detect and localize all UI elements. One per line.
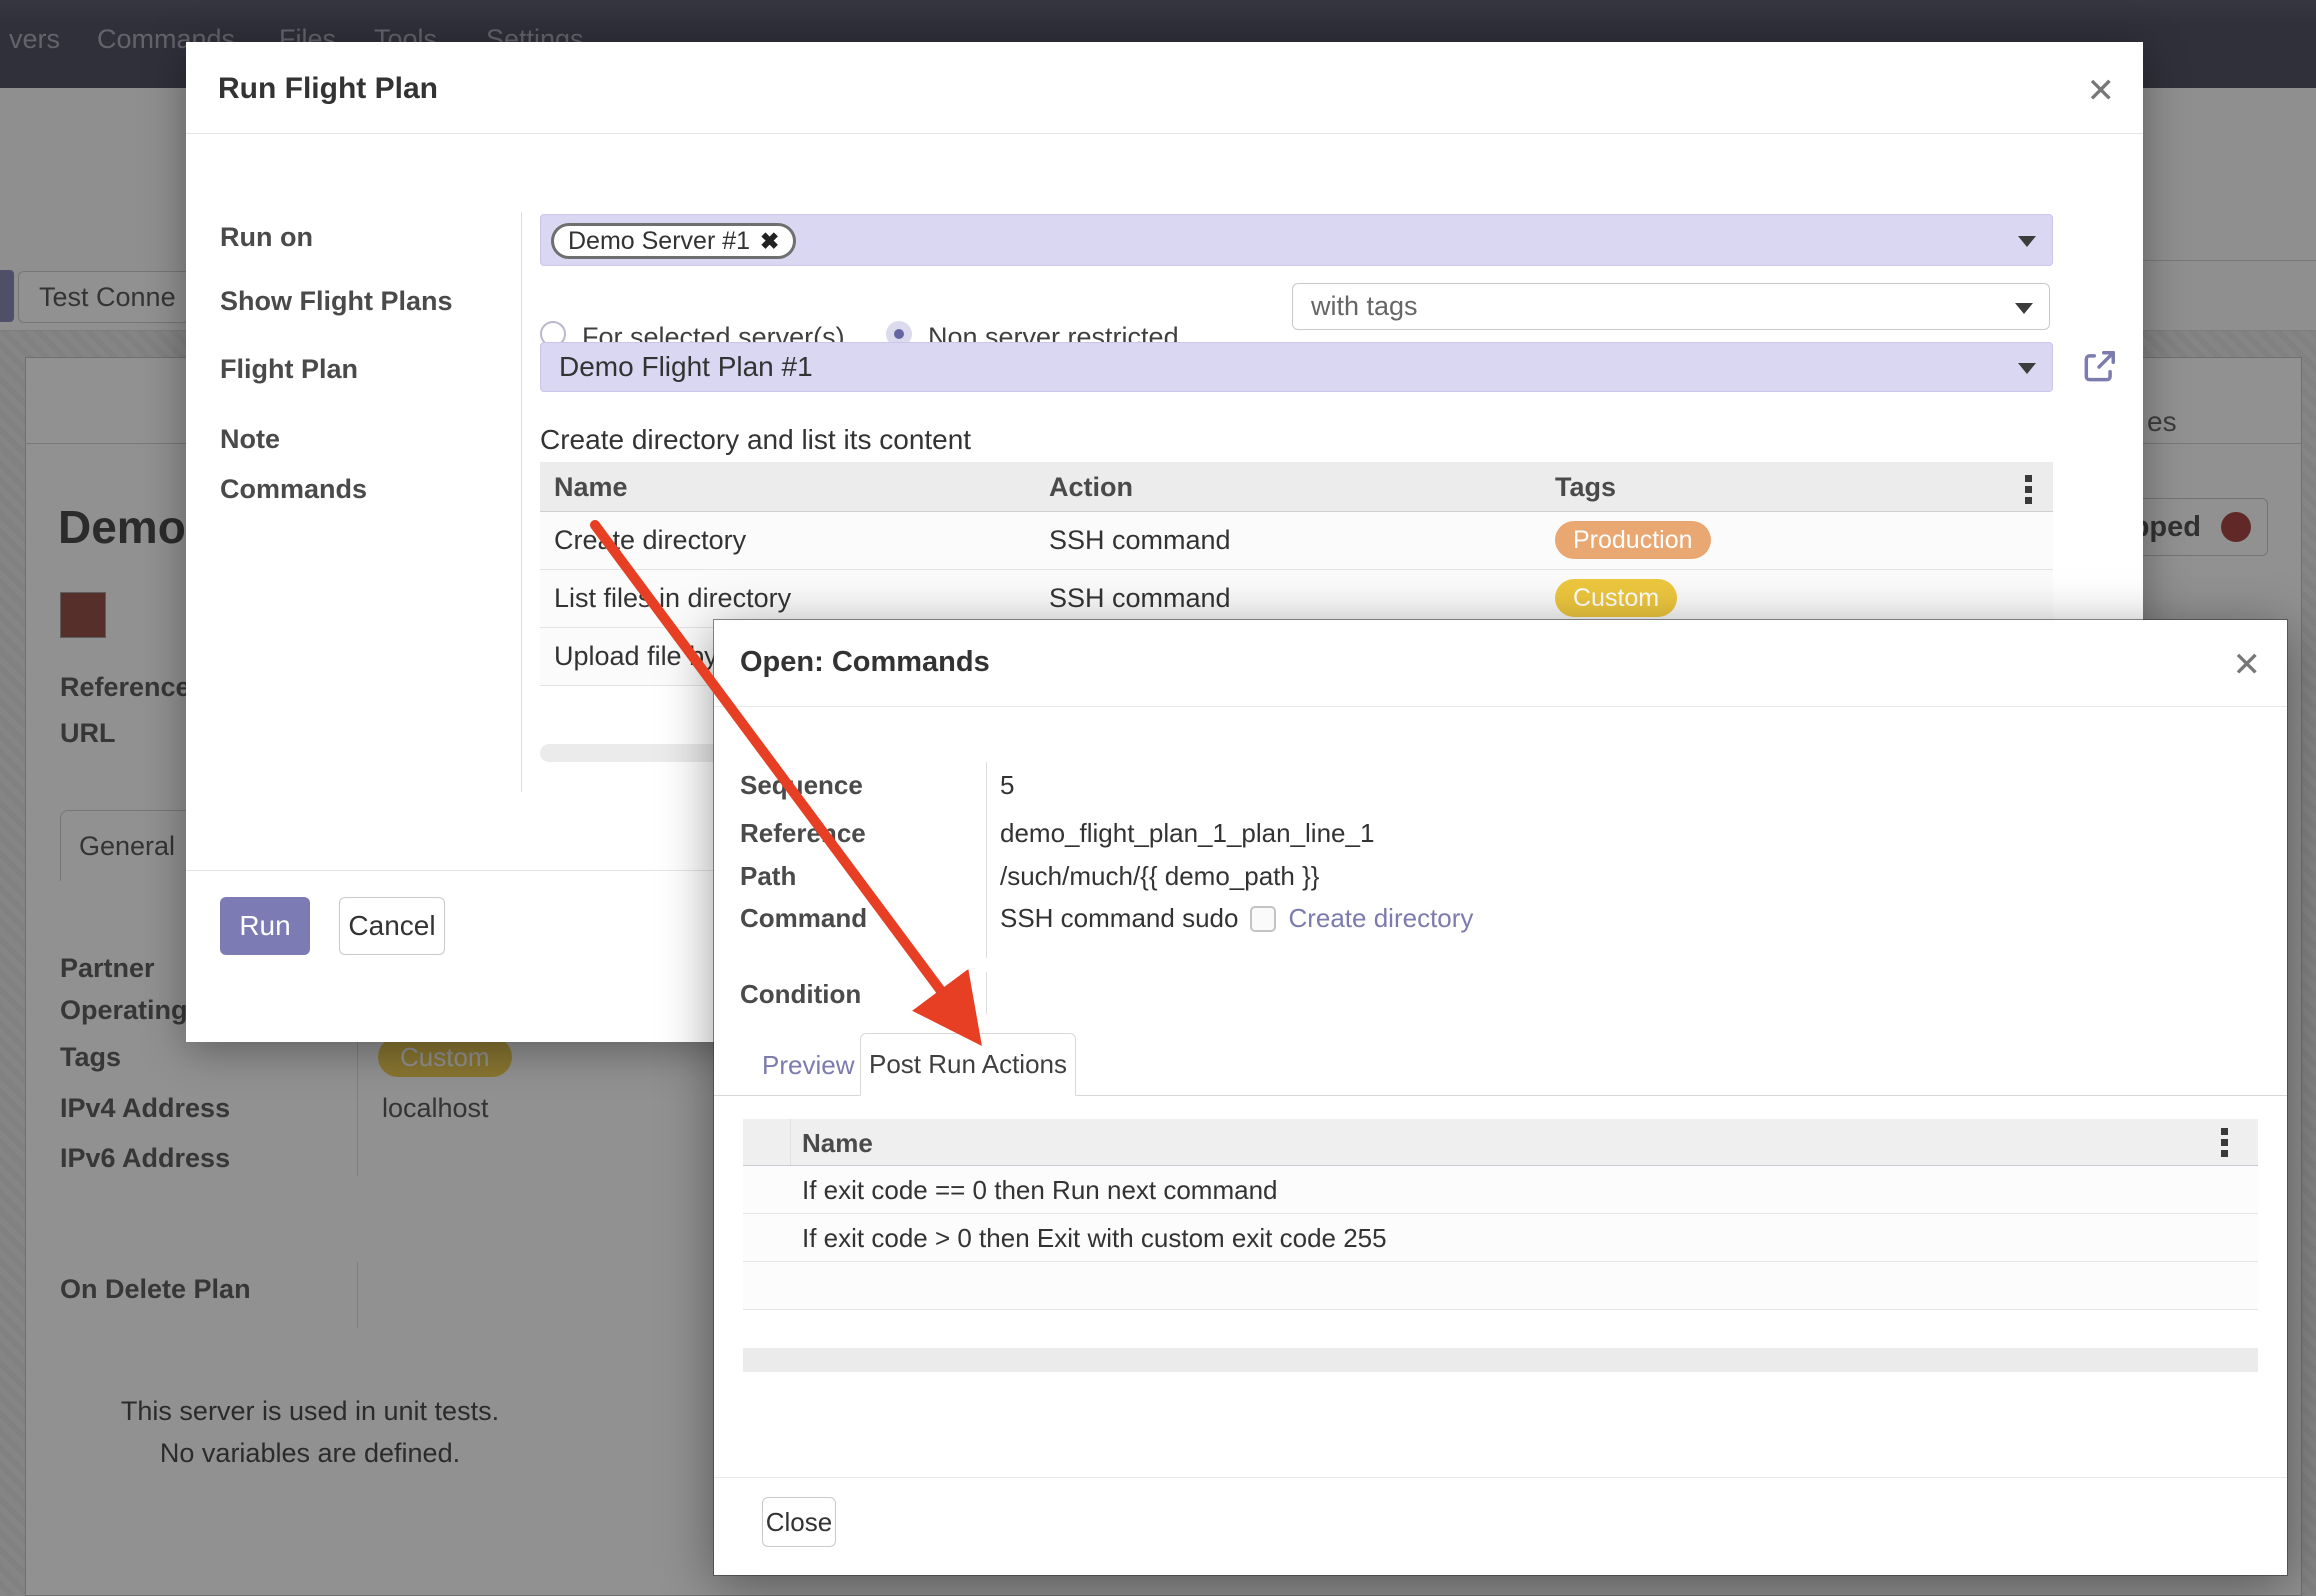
divider: [186, 133, 2143, 134]
create-directory-link[interactable]: Create directory: [1288, 903, 1473, 934]
row-action: SSH command: [1049, 583, 1231, 614]
command-value: SSH command sudo: [1000, 903, 1238, 934]
red-annotation-arrow: [555, 495, 1025, 1085]
chevron-down-icon: [2015, 303, 2033, 314]
tag-badge-production: Production: [1555, 521, 1711, 559]
cancel-button[interactable]: Cancel: [339, 897, 445, 955]
server-tag-label: Demo Server #1: [568, 227, 750, 256]
horizontal-scrollbar[interactable]: [743, 1348, 2258, 1372]
with-tags-value: with tags: [1311, 291, 1418, 321]
server-tag-pill[interactable]: Demo Server #1 ✖: [551, 223, 796, 259]
column-name[interactable]: Name: [802, 1128, 873, 1159]
column-action[interactable]: Action: [1049, 472, 1133, 503]
table-row[interactable]: [743, 1262, 2258, 1310]
sudo-checkbox[interactable]: [1250, 906, 1276, 932]
note-value: Create directory and list its content: [540, 424, 971, 456]
divider: [714, 1477, 2287, 1478]
show-flight-plans-label: Show Flight Plans: [220, 286, 453, 317]
close-icon[interactable]: ✕: [2087, 74, 2116, 108]
divider: [521, 212, 522, 792]
column-options-icon[interactable]: [2221, 1128, 2228, 1157]
reference-value: demo_flight_plan_1_plan_line_1: [1000, 818, 1374, 849]
close-button[interactable]: Close: [762, 1497, 836, 1547]
tag-badge-custom: Custom: [1555, 579, 1677, 617]
table-row[interactable]: If exit code == 0 then Run next command: [743, 1166, 2258, 1214]
commands-label: Commands: [220, 474, 367, 505]
command-value-row: SSH command sudo Create directory: [1000, 903, 1473, 934]
row-action: SSH command: [1049, 525, 1231, 556]
chevron-down-icon: [2018, 236, 2036, 247]
post-run-actions-table-header: Name: [743, 1119, 2258, 1166]
run-button[interactable]: Run: [220, 897, 310, 955]
remove-tag-icon[interactable]: ✖: [760, 228, 779, 255]
note-label: Note: [220, 424, 280, 455]
run-on-label: Run on: [220, 222, 313, 253]
run-on-select[interactable]: Demo Server #1 ✖: [540, 214, 2053, 266]
run-flight-plan-modal-title: Run Flight Plan: [218, 72, 438, 106]
flight-plan-label: Flight Plan: [220, 354, 358, 385]
row-name: If exit code > 0 then Exit with custom e…: [802, 1223, 1387, 1254]
flight-plan-select[interactable]: Demo Flight Plan #1: [540, 342, 2053, 392]
with-tags-select[interactable]: with tags: [1292, 283, 2050, 330]
radio-selected-dot-icon: [894, 329, 904, 339]
column-tags[interactable]: Tags: [1555, 472, 1616, 503]
close-icon[interactable]: ✕: [2233, 648, 2262, 682]
flight-plan-value: Demo Flight Plan #1: [559, 351, 813, 382]
external-link-icon[interactable]: [2080, 348, 2118, 391]
path-value: /such/much/{{ demo_path }}: [1000, 861, 1319, 892]
table-row[interactable]: If exit code > 0 then Exit with custom e…: [743, 1214, 2258, 1262]
row-name: If exit code == 0 then Run next command: [802, 1175, 1278, 1206]
column-options-icon[interactable]: [2025, 475, 2032, 504]
screen: vers Commands Files Tools Settings Test …: [0, 0, 2316, 1596]
chevron-down-icon: [2018, 363, 2036, 374]
divider: [790, 1119, 791, 1165]
